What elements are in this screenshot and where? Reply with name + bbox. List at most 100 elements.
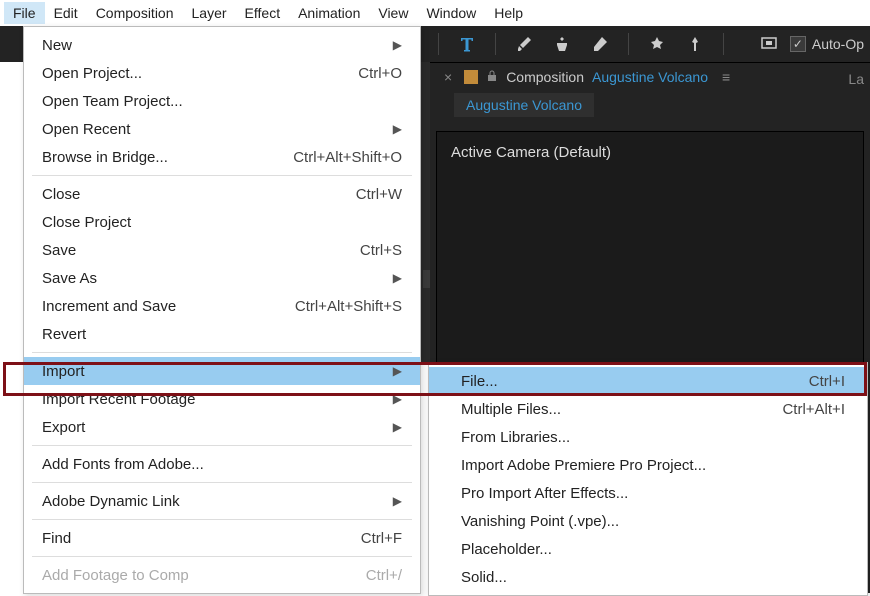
menu-item-shortcut: Ctrl+W [356, 186, 402, 203]
menu-item-shortcut: Ctrl+F [361, 530, 402, 547]
menu-separator [32, 519, 412, 520]
toolbar-separator [723, 33, 724, 55]
toolbar-separator [628, 33, 629, 55]
menu-separator [32, 175, 412, 176]
file-menu-item[interactable]: New ▶ [24, 31, 420, 59]
submenu-arrow-icon: ▶ [393, 494, 402, 508]
menubar-item-help[interactable]: Help [485, 2, 532, 24]
import-submenu-item[interactable]: Multiple Files... Ctrl+Alt+I [429, 395, 867, 423]
file-menu-item[interactable]: Open Project... Ctrl+O [24, 59, 420, 87]
file-menu-item[interactable]: Import Recent Footage▶ [24, 385, 420, 413]
snapping-icon[interactable] [760, 34, 780, 54]
file-menu-item[interactable]: Open Recent▶ [24, 115, 420, 143]
import-submenu-item[interactable]: From Libraries... [429, 423, 867, 451]
puppet-pin-icon[interactable] [685, 34, 705, 54]
menu-separator [32, 556, 412, 557]
menu-item-label: Browse in Bridge... [42, 149, 168, 166]
auto-open-toggle[interactable]: ✓ Auto-Op [760, 34, 864, 54]
menu-separator [32, 482, 412, 483]
menubar-item-window[interactable]: Window [417, 2, 485, 24]
toolbar-separator [495, 33, 496, 55]
import-submenu-item[interactable]: Vanishing Point (.vpe)... [429, 507, 867, 535]
toolbar-separator [438, 33, 439, 55]
file-menu-item[interactable]: Save As▶ [24, 264, 420, 292]
menu-item-label: Placeholder... [461, 541, 552, 558]
menu-item-label: Import Adobe Premiere Pro Project... [461, 457, 706, 474]
menu-item-label: From Libraries... [461, 429, 570, 446]
roto-brush-icon[interactable] [647, 34, 667, 54]
menu-item-label: New [42, 37, 72, 54]
import-submenu-item[interactable]: Solid... [429, 563, 867, 591]
menubar-item-view[interactable]: View [369, 2, 417, 24]
menu-item-label: Open Team Project... [42, 93, 183, 110]
import-submenu: File...Ctrl+I Multiple Files... Ctrl+Alt+I… [428, 362, 868, 596]
active-camera-label: Active Camera (Default) [451, 144, 611, 161]
submenu-arrow-icon: ▶ [393, 420, 402, 434]
menu-item-label: Open Recent [42, 121, 130, 138]
menu-item-label: Save As [42, 270, 97, 287]
panel-tab-bar: × Composition Augustine Volcano ≡ La [430, 63, 870, 91]
menu-item-label: Add Fonts from Adobe... [42, 456, 204, 473]
file-menu-item[interactable]: Find Ctrl+F [24, 524, 420, 552]
import-submenu-item[interactable]: Import Adobe Premiere Pro Project... [429, 451, 867, 479]
clone-stamp-icon[interactable] [552, 34, 572, 54]
file-menu-item[interactable]: Open Team Project... [24, 87, 420, 115]
import-submenu-item[interactable]: Pro Import After Effects... [429, 479, 867, 507]
file-menu-item[interactable]: Adobe Dynamic Link ▶ [24, 487, 420, 515]
menu-item-label: Close [42, 186, 80, 203]
panel-tab-label[interactable]: Composition [506, 69, 584, 85]
menu-item-label: Increment and Save [42, 298, 176, 315]
menubar-item-effect[interactable]: Effect [236, 2, 290, 24]
checkbox-icon[interactable]: ✓ [790, 36, 806, 52]
menubar-item-layer[interactable]: Layer [183, 2, 236, 24]
import-submenu-item[interactable]: File...Ctrl+I [429, 367, 867, 395]
menubar-item-composition[interactable]: Composition [87, 2, 183, 24]
file-menu-item[interactable]: Import ▶ [24, 357, 420, 385]
menu-item-shortcut: Ctrl+O [358, 65, 402, 82]
menu-item-label: Import [42, 363, 85, 380]
layer-tab[interactable]: La [848, 71, 864, 87]
submenu-arrow-icon: ▶ [393, 392, 402, 406]
menu-item-shortcut: Ctrl+Alt+Shift+O [293, 149, 402, 166]
menubar-item-animation[interactable]: Animation [289, 2, 369, 24]
menu-item-shortcut: Ctrl+I [809, 373, 845, 390]
menu-item-label: Open Project... [42, 65, 142, 82]
panel-menu-icon[interactable]: ≡ [722, 69, 730, 85]
type-tool-icon[interactable] [457, 34, 477, 54]
file-menu-dropdown: New ▶ Open Project... Ctrl+O Open Team Proje… [23, 26, 421, 594]
breadcrumb-item[interactable]: Augustine Volcano [454, 93, 594, 117]
import-submenu-item[interactable]: Placeholder... [429, 535, 867, 563]
brush-tool-icon[interactable] [514, 34, 534, 54]
composition-breadcrumb: Augustine Volcano [430, 91, 870, 125]
menu-item-label: Close Project [42, 214, 131, 231]
file-menu-item[interactable]: Close Project [24, 208, 420, 236]
file-menu-item[interactable]: Export ▶ [24, 413, 420, 441]
menu-item-label: Multiple Files... [461, 401, 561, 418]
menu-item-shortcut: Ctrl+Alt+I [782, 401, 845, 418]
menu-separator [32, 445, 412, 446]
file-menu-item[interactable]: Revert [24, 320, 420, 348]
menu-item-label: Export [42, 419, 85, 436]
auto-open-label: Auto-Op [812, 36, 864, 52]
lock-icon[interactable] [486, 69, 498, 85]
menubar-item-file[interactable]: File [4, 2, 45, 24]
submenu-arrow-icon: ▶ [393, 364, 402, 378]
menu-item-label: Solid... [461, 569, 507, 586]
file-menu-item[interactable]: Increment and Save Ctrl+Alt+Shift+S [24, 292, 420, 320]
close-panel-icon[interactable]: × [440, 69, 456, 85]
submenu-arrow-icon: ▶ [393, 38, 402, 52]
menu-item-label: Revert [42, 326, 86, 343]
file-menu-item[interactable]: Add Fonts from Adobe... [24, 450, 420, 478]
panel-tab-compname[interactable]: Augustine Volcano [592, 69, 708, 85]
menu-item-shortcut: Ctrl+/ [366, 567, 402, 584]
menu-separator [32, 352, 412, 353]
menu-item-shortcut: Ctrl+Alt+Shift+S [295, 298, 402, 315]
menubar-item-edit[interactable]: Edit [45, 2, 87, 24]
file-menu-item[interactable]: Close Ctrl+W [24, 180, 420, 208]
menu-item-label: Find [42, 530, 71, 547]
eraser-tool-icon[interactable] [590, 34, 610, 54]
file-menu-item[interactable]: SaveCtrl+S [24, 236, 420, 264]
file-menu-item[interactable]: Browse in Bridge... Ctrl+Alt+Shift+O [24, 143, 420, 171]
file-menu-item: Add Footage to CompCtrl+/ [24, 561, 420, 589]
menu-item-label: Adobe Dynamic Link [42, 493, 180, 510]
